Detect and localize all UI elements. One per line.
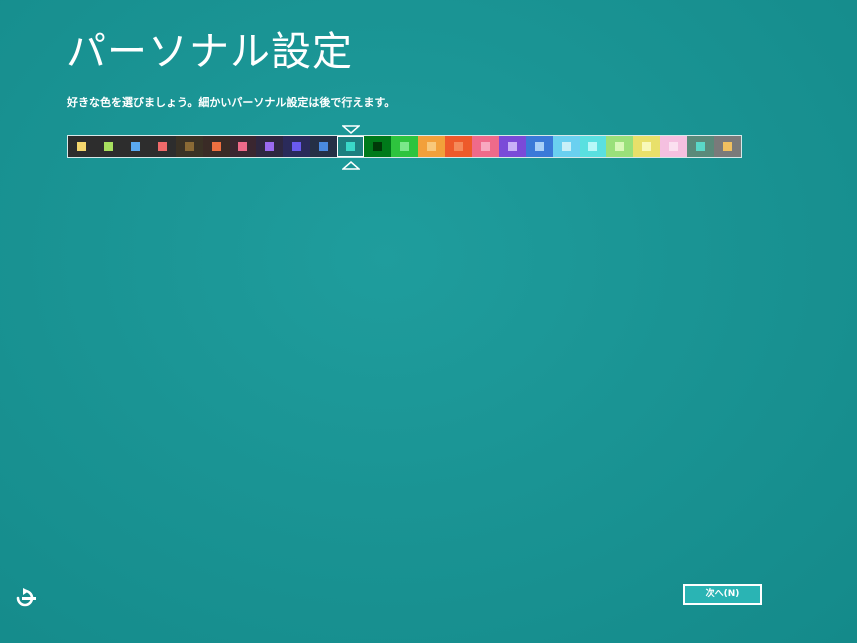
color-swatch[interactable] — [391, 136, 418, 157]
color-palette — [67, 135, 742, 158]
page-subtitle: 好きな色を選びましょう。細かいパーソナル設定は後で行えます。 — [67, 96, 396, 109]
color-swatch-chip — [453, 142, 463, 151]
selection-marker-top — [342, 125, 360, 134]
color-swatch-chip — [561, 142, 571, 151]
color-swatch[interactable] — [175, 136, 203, 157]
color-swatch-chip — [588, 142, 598, 151]
color-swatch[interactable] — [229, 136, 257, 157]
color-swatch[interactable] — [525, 136, 553, 157]
color-swatch[interactable] — [68, 136, 95, 157]
color-swatch-chip — [103, 142, 113, 151]
color-swatch[interactable] — [94, 136, 122, 157]
color-swatch[interactable] — [579, 136, 607, 157]
selection-marker-bottom — [342, 161, 360, 170]
color-swatch-chip — [292, 142, 302, 151]
page-title: パーソナル設定 — [66, 29, 353, 75]
color-swatch[interactable] — [310, 136, 338, 157]
color-swatch-chip — [507, 142, 517, 151]
color-swatch-chip — [184, 142, 194, 151]
color-swatch[interactable] — [633, 136, 661, 157]
color-swatch[interactable] — [148, 136, 176, 157]
color-swatch[interactable] — [202, 136, 230, 157]
color-swatch[interactable] — [606, 136, 634, 157]
color-swatch[interactable] — [660, 136, 688, 157]
next-button[interactable]: 次へ(N) — [683, 584, 762, 605]
color-swatch[interactable] — [417, 136, 445, 157]
color-swatch[interactable] — [337, 136, 365, 157]
color-swatch-chip — [346, 142, 356, 151]
color-swatch[interactable] — [552, 136, 580, 157]
color-swatch-chip — [400, 142, 410, 151]
color-swatch[interactable] — [444, 136, 472, 157]
color-swatch[interactable] — [256, 136, 284, 157]
color-swatch-chip — [723, 142, 733, 151]
color-swatch[interactable] — [121, 136, 149, 157]
color-swatch-chip — [426, 142, 436, 151]
color-swatch-chip — [615, 142, 625, 151]
color-swatch[interactable] — [471, 136, 499, 157]
color-swatch-chip — [696, 142, 706, 151]
color-swatch-chip — [669, 142, 679, 151]
ease-of-access-icon[interactable] — [12, 587, 38, 609]
color-swatch[interactable] — [283, 136, 311, 157]
color-swatch-chip — [76, 142, 86, 151]
color-swatch-chip — [238, 142, 248, 151]
color-swatch-chip — [642, 142, 652, 151]
color-swatch-chip — [534, 142, 544, 151]
color-swatch-chip — [480, 142, 490, 151]
color-swatch-chip — [373, 142, 383, 151]
color-swatch-chip — [157, 142, 167, 151]
color-swatch-chip — [319, 142, 329, 151]
color-swatch[interactable] — [714, 136, 742, 157]
color-swatch[interactable] — [364, 136, 392, 157]
color-swatch[interactable] — [498, 136, 526, 157]
color-swatch-chip — [211, 142, 221, 151]
color-swatch-chip — [130, 142, 140, 151]
color-swatch[interactable] — [687, 136, 715, 157]
color-swatch-chip — [265, 142, 275, 151]
